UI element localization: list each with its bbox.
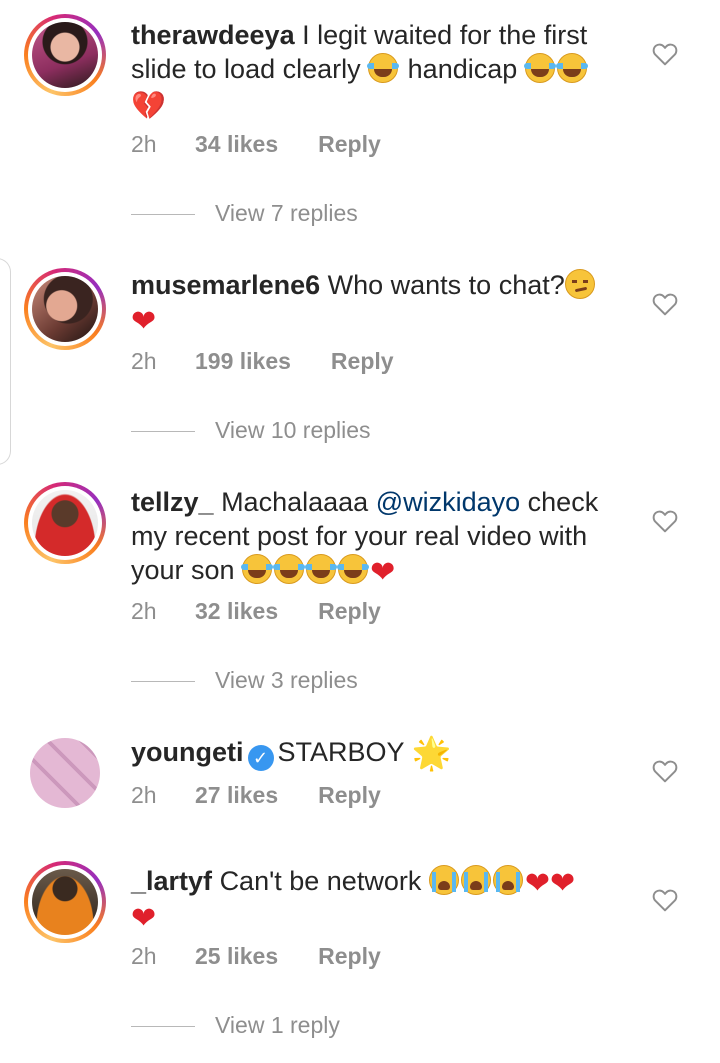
comment-username[interactable]: tellzy_ [131, 487, 214, 517]
view-replies-label: View 3 replies [215, 667, 358, 693]
reply-button[interactable]: Reply [318, 129, 381, 159]
view-replies-button[interactable]: View 1 reply [131, 1010, 340, 1040]
verified-badge-icon: ✓ [247, 745, 274, 771]
tired-face-emoji-icon [460, 865, 491, 895]
star-emoji-icon: 🌟 [411, 735, 452, 771]
reply-button[interactable]: Reply [331, 346, 394, 376]
smirk-emoji-icon [564, 269, 595, 299]
heart-outline-icon[interactable] [652, 292, 678, 316]
comment-likes[interactable]: 34 likes [195, 129, 278, 159]
tired-face-emoji-icon [428, 865, 459, 895]
mention-link[interactable]: @wizkidayo [376, 487, 520, 517]
red-heart-emoji-icon: ❤ [131, 305, 157, 338]
replies-divider [131, 1026, 195, 1028]
red-heart-emoji-icon: ❤ [370, 556, 396, 589]
red-heart-emoji-icon: ❤ [549, 867, 576, 900]
view-replies-label: View 10 replies [215, 417, 371, 443]
replies-divider [131, 214, 195, 216]
avatar[interactable] [32, 22, 98, 88]
comment-body: STARBOY [277, 737, 405, 767]
joy-emoji-icon [367, 53, 400, 83]
comment-username[interactable]: therawdeeya [131, 20, 295, 50]
comment-meta: 2h 199 likes Reply [131, 346, 394, 376]
comment-body: Machalaaaa [221, 487, 369, 517]
avatar-ring[interactable] [24, 732, 106, 814]
joy-emoji-icon [273, 554, 306, 584]
view-replies-label: View 7 replies [215, 200, 358, 226]
comment-body-2: handicap [407, 54, 518, 84]
comment-username[interactable]: _lartyf [131, 866, 212, 896]
red-heart-emoji-icon: ❤ [524, 867, 550, 900]
avatar[interactable] [32, 869, 98, 935]
comment-time: 2h [131, 943, 157, 969]
comment-time: 2h [131, 131, 157, 157]
comment-time: 2h [131, 782, 157, 808]
avatar-story-ring[interactable] [24, 482, 106, 564]
comment-time: 2h [131, 598, 157, 624]
comment-time: 2h [131, 348, 157, 374]
comment-username[interactable]: youngeti [131, 737, 244, 767]
view-replies-button[interactable]: View 10 replies [131, 415, 371, 445]
comment-meta: 2h 25 likes Reply [131, 941, 381, 971]
comments-screen: therawdeeya I legit waited for the first… [0, 0, 720, 1063]
comment-text: _lartyf Can't be network ❤❤ ❤ [131, 864, 611, 934]
heart-outline-icon[interactable] [652, 888, 678, 912]
avatar-story-ring[interactable] [24, 861, 106, 943]
reply-button[interactable]: Reply [318, 941, 381, 971]
avatar[interactable] [30, 738, 100, 808]
heart-outline-icon[interactable] [652, 42, 678, 66]
avatar[interactable] [32, 276, 98, 342]
comment-meta: 2h 34 likes Reply [131, 129, 381, 159]
joy-emoji-icon [555, 53, 588, 83]
comment-meta: 2h 27 likes Reply [131, 780, 381, 810]
heart-outline-icon[interactable] [652, 509, 678, 533]
view-replies-button[interactable]: View 3 replies [131, 665, 358, 695]
comment-likes[interactable]: 32 likes [195, 596, 278, 626]
reply-button[interactable]: Reply [318, 780, 381, 810]
comment-text: youngeti ✓ STARBOY 🌟 [131, 735, 611, 771]
joy-emoji-icon [337, 554, 370, 584]
avatar-story-ring[interactable] [24, 14, 106, 96]
comment-likes[interactable]: 199 likes [195, 346, 291, 376]
reply-button[interactable]: Reply [318, 596, 381, 626]
view-replies-button[interactable]: View 7 replies [131, 198, 358, 228]
tired-face-emoji-icon [492, 865, 523, 895]
replies-divider [131, 681, 195, 683]
joy-emoji-icon [305, 554, 338, 584]
comment-likes[interactable]: 27 likes [195, 780, 278, 810]
side-panel-edge [0, 258, 11, 465]
replies-divider [131, 431, 195, 433]
joy-emoji-icon [241, 554, 274, 584]
comment-body: Can't be network [219, 866, 422, 896]
comment-text: therawdeeya I legit waited for the first… [131, 18, 611, 123]
comment-text: tellzy_ Machalaaaa @wizkidayo check my r… [131, 485, 611, 588]
comment-body: Who wants to chat? [327, 270, 565, 300]
red-heart-emoji-icon: ❤ [131, 902, 157, 935]
comment-text: musemarlene6 Who wants to chat? ❤ [131, 268, 611, 337]
comment-meta: 2h 32 likes Reply [131, 596, 381, 626]
comment-username[interactable]: musemarlene6 [131, 270, 320, 300]
heart-outline-icon[interactable] [652, 759, 678, 783]
broken-heart-emoji-icon: 💔 [131, 90, 166, 121]
comment-likes[interactable]: 25 likes [195, 941, 278, 971]
avatar[interactable] [32, 490, 98, 556]
view-replies-label: View 1 reply [215, 1012, 340, 1038]
avatar-story-ring[interactable] [24, 268, 106, 350]
joy-emoji-icon [523, 53, 556, 83]
